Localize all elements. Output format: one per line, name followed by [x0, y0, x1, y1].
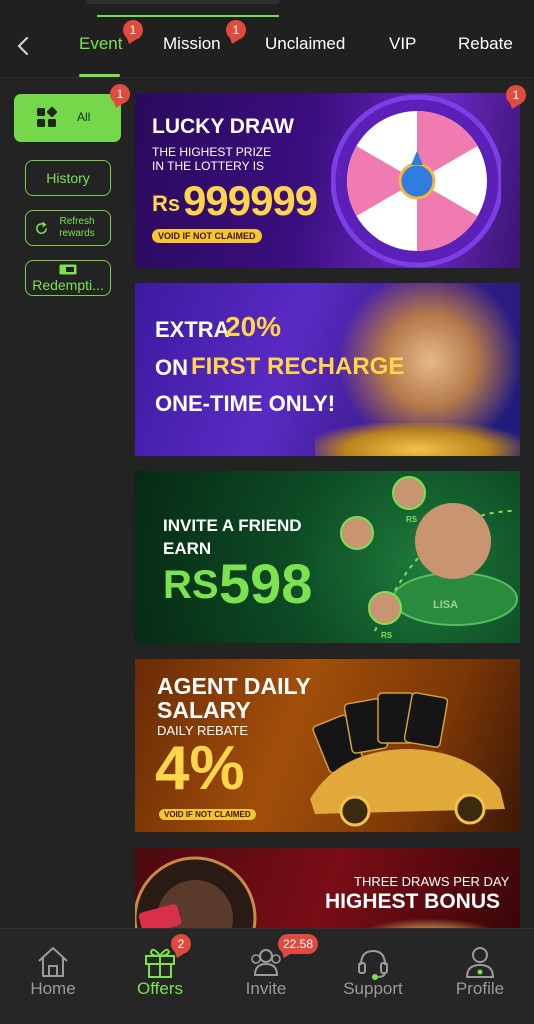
nav-profile-label: Profile — [455, 979, 505, 998]
tab-rebate[interactable]: Rebate — [458, 34, 513, 54]
banner-first-recharge[interactable]: EXTRA 20% ON FIRST RECHARGE ONE-TIME ONL… — [135, 283, 520, 456]
invite-name: LISA — [433, 599, 459, 611]
banner-highest-bonus[interactable]: THREE DRAWS PER DAY HIGHEST BONUS — [135, 848, 520, 930]
nav-support[interactable]: Support — [320, 929, 426, 1024]
lucky-draw-note: VOID IF NOT CLAIMED — [152, 229, 262, 243]
nav-offers[interactable]: 2 Offers — [107, 929, 213, 1024]
nav-home-label: Home — [30, 979, 76, 998]
grid-icon — [37, 107, 58, 127]
sidebar-all-badge: 1 — [110, 84, 130, 104]
tab-mission[interactable]: Mission — [163, 34, 221, 54]
chevron-left-icon — [17, 36, 29, 56]
agent-line1: AGENT DAILY — [157, 673, 311, 699]
agent-value: 4% — [155, 734, 245, 803]
prize-wheel-icon — [331, 94, 501, 268]
sidebar-item-history[interactable]: History — [25, 160, 111, 196]
recharge-percent: 20% — [225, 311, 282, 342]
bonus-line2: HIGHEST BONUS — [325, 890, 501, 913]
lucky-draw-line2: IN THE LOTTERY IS — [152, 159, 265, 173]
bottom-nav: Home 2 Offers 22.58 Invite Support Profi… — [0, 928, 534, 1024]
nav-invite-label: Invite — [245, 979, 287, 998]
sidebar-item-label: Redempti... — [32, 277, 104, 293]
refresh-label-line2: rewards — [59, 228, 95, 239]
nav-offers-label: Offers — [137, 979, 183, 998]
tab-unclaimed[interactable]: Unclaimed — [265, 34, 345, 54]
tab-event[interactable]: Event — [79, 34, 122, 54]
nav-home[interactable]: Home — [0, 929, 106, 1024]
lucky-draw-currency: Rs — [152, 191, 181, 216]
cards-and-car-decoration — [310, 692, 505, 827]
invite-amount: 598 — [219, 552, 313, 615]
refresh-label-line1: Refresh — [59, 216, 95, 227]
nav-invite-badge: 22.58 — [278, 934, 319, 954]
sidebar-item-label: All — [77, 110, 91, 124]
ticket-icon — [59, 264, 77, 275]
coins-decoration — [315, 423, 520, 456]
invite-rs-small-2: RS — [381, 631, 393, 640]
banner-lucky-draw[interactable]: LUCKY DRAW THE HIGHEST PRIZE IN THE LOTT… — [135, 93, 520, 268]
lucky-draw-amount: 999999 — [183, 177, 318, 224]
sidebar-item-label: History — [46, 170, 90, 186]
nav-invite[interactable]: 22.58 Invite — [213, 929, 319, 1024]
tab-mission-badge: 1 — [226, 20, 246, 40]
recharge-line2-prefix: ON — [155, 355, 188, 380]
recharge-line1-prefix: EXTRA — [155, 317, 230, 342]
roulette-decoration — [135, 856, 257, 930]
tab-vip[interactable]: VIP — [389, 34, 416, 54]
lucky-draw-badge: 1 — [506, 85, 526, 105]
headset-icon — [358, 949, 388, 980]
top-progress-line — [97, 15, 279, 17]
lucky-draw-line1: THE HIGHEST PRIZE — [152, 145, 272, 159]
home-icon — [38, 947, 68, 977]
person-icon — [465, 947, 495, 978]
recharge-line3: ONE-TIME ONLY! — [155, 391, 336, 416]
banner-agent-salary[interactable]: AGENT DAILY SALARY DAILY REBATE 4% VOID … — [135, 659, 520, 832]
invite-rs-small-1: RS — [406, 515, 418, 524]
invite-decoration — [340, 476, 518, 632]
nav-support-label: Support — [343, 979, 403, 998]
agent-note: VOID IF NOT CLAIMED — [159, 809, 256, 820]
lucky-draw-title: LUCKY DRAW — [152, 115, 294, 138]
tab-event-badge: 1 — [123, 20, 143, 40]
top-notch — [85, 0, 280, 4]
sidebar-item-all[interactable]: All — [14, 94, 121, 142]
agent-line2: SALARY — [157, 697, 251, 723]
sidebar-item-refresh-rewards[interactable]: Refresh rewards — [25, 210, 111, 246]
invite-currency: RS — [163, 563, 219, 607]
back-button[interactable] — [10, 30, 36, 62]
invite-line1: INVITE A FRIEND — [163, 516, 302, 535]
top-bar: Event 1 Mission 1 Unclaimed VIP Rebate — [0, 0, 534, 78]
banner-invite-friend[interactable]: INVITE A FRIEND EARN RS 598 RS RS LISA — [135, 471, 520, 643]
bonus-line1: THREE DRAWS PER DAY — [354, 874, 510, 889]
refresh-icon — [36, 221, 47, 234]
recharge-line2-highlight: FIRST RECHARGE — [191, 353, 405, 380]
nav-profile[interactable]: Profile — [427, 929, 533, 1024]
nav-offers-badge: 2 — [171, 934, 191, 954]
active-tab-indicator — [79, 74, 120, 77]
sidebar-item-redemption[interactable]: Redempti... — [25, 260, 111, 296]
invite-line2: EARN — [163, 539, 212, 558]
